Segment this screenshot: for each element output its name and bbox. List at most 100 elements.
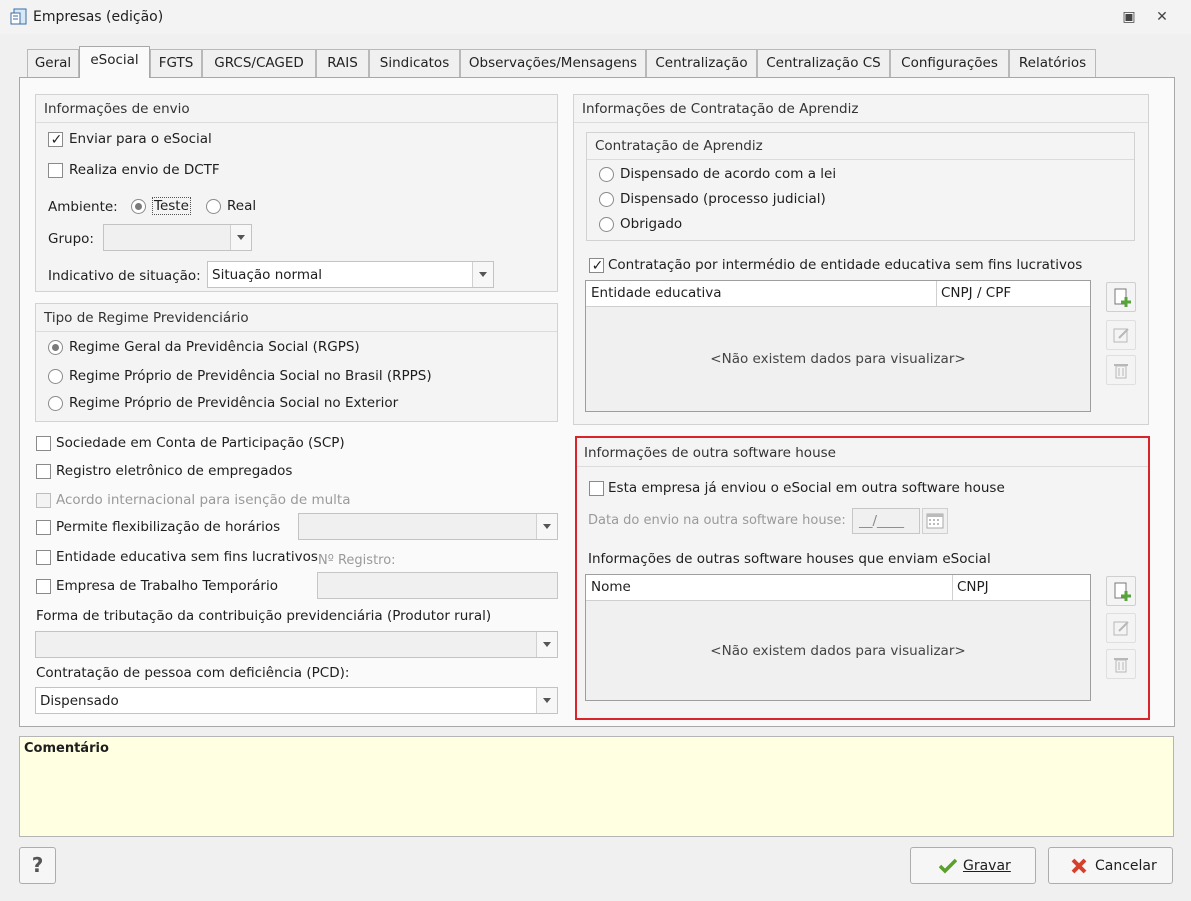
forma-tributacao-select[interactable] — [35, 631, 558, 658]
check-icon — [939, 858, 957, 874]
regime-rgps-label: Regime Geral da Previdência Social (RGPS… — [69, 339, 360, 355]
window-title: Empresas (edição) — [33, 9, 164, 25]
check-mark-icon: ✓ — [591, 258, 604, 274]
title-bar: Empresas (edição) ▣ ✕ — [0, 0, 1191, 34]
add-entidade-button[interactable] — [1106, 282, 1136, 312]
group-divider — [36, 122, 557, 123]
grupo-select[interactable] — [103, 224, 252, 251]
n-registro-label: Nº Registro: — [318, 553, 396, 568]
acordo-internacional-label: Acordo internacional para isenção de mul… — [56, 492, 351, 508]
situacao-label: Indicativo de situação: — [48, 268, 201, 284]
delete-entidade-button[interactable] — [1106, 355, 1136, 385]
registro-eletronico-label: Registro eletrônico de empregados — [56, 463, 293, 479]
entidade-educativa-checkbox[interactable] — [36, 550, 51, 565]
situacao-select[interactable]: Situação normal — [207, 261, 494, 288]
regime-exterior-label: Regime Próprio de Previdência Social no … — [69, 395, 399, 411]
trabalho-temporario-checkbox[interactable] — [36, 579, 51, 594]
group-divider — [574, 122, 1148, 123]
intermedio-entidade-checkbox[interactable]: ✓ — [589, 258, 604, 273]
radio-dot — [135, 203, 142, 210]
app-icon — [10, 8, 27, 25]
enviar-esocial-checkbox[interactable]: ✓ — [48, 132, 63, 147]
group-title: Contratação de Aprendiz — [595, 138, 763, 154]
tab-centralizacao[interactable]: Centralização — [646, 49, 757, 77]
aprendiz-dispensado-lei-label: Dispensado de acordo com a lei — [620, 166, 837, 182]
cancel-icon — [1071, 858, 1087, 874]
aprendiz-processo-judicial-radio[interactable] — [599, 192, 614, 207]
grid-empty-message: <Não existem dados para visualizar> — [710, 351, 966, 367]
regime-rpps-label: Regime Próprio de Previdência Social no … — [69, 368, 432, 384]
acordo-internacional-checkbox — [36, 493, 51, 508]
grid-header: Entidade educativa CNPJ / CPF — [586, 281, 1090, 307]
chevron-down-icon — [536, 688, 557, 713]
check-mark-icon: ✓ — [50, 132, 63, 148]
trabalho-temporario-label: Empresa de Trabalho Temporário — [56, 578, 278, 594]
tab-geral[interactable]: Geral — [27, 49, 79, 77]
aprendiz-obrigado-radio[interactable] — [599, 217, 614, 232]
flexibilizacao-label: Permite flexibilização de horários — [56, 519, 281, 535]
highlight-frame — [575, 436, 1150, 720]
trash-icon — [1114, 364, 1128, 379]
cancelar-label: Cancelar — [1095, 858, 1157, 874]
chevron-down-icon — [472, 262, 493, 287]
help-button[interactable]: ? — [19, 847, 56, 884]
chevron-down-icon — [230, 225, 251, 250]
aprendiz-dispensado-lei-radio[interactable] — [599, 167, 614, 182]
pcd-select[interactable]: Dispensado — [35, 687, 558, 714]
group-title: Informações de Contratação de Aprendiz — [582, 101, 859, 117]
ambiente-teste-label: Teste — [152, 197, 191, 215]
regime-exterior-radio[interactable] — [48, 396, 63, 411]
registro-eletronico-checkbox[interactable] — [36, 464, 51, 479]
cancelar-button[interactable]: Cancelar — [1048, 847, 1173, 884]
forma-tributacao-label: Forma de tributação da contribuição prev… — [36, 608, 492, 624]
pcd-label: Contratação de pessoa com deficiência (P… — [36, 665, 350, 681]
tab-rais[interactable]: RAIS — [316, 49, 369, 77]
grupo-label: Grupo: — [48, 231, 94, 247]
tab-fgts[interactable]: FGTS — [150, 49, 202, 77]
comment-title: Comentário — [24, 741, 109, 756]
regime-rgps-radio[interactable] — [48, 340, 63, 355]
gravar-button[interactable]: Gravar — [910, 847, 1036, 884]
tab-centralizacao-cs[interactable]: Centralização CS — [757, 49, 890, 77]
chevron-down-icon — [536, 632, 557, 657]
pcd-value: Dispensado — [40, 693, 119, 709]
radio-dot — [52, 344, 59, 351]
chevron-down-icon — [536, 514, 557, 539]
group-divider — [36, 331, 557, 332]
comment-area[interactable]: Comentário — [19, 736, 1174, 837]
scp-checkbox[interactable] — [36, 436, 51, 451]
tab-grcs-caged[interactable]: GRCS/CAGED — [202, 49, 316, 77]
tab-relatorios[interactable]: Relatórios — [1009, 49, 1096, 77]
entidade-educativa-grid[interactable]: Entidade educativa CNPJ / CPF <Não exist… — [585, 280, 1091, 412]
ambiente-teste-radio[interactable] — [131, 199, 146, 214]
grid-col-separator — [936, 281, 937, 306]
group-title: Informações de envio — [44, 101, 190, 117]
edit-entidade-button[interactable] — [1106, 320, 1136, 350]
restore-icon[interactable]: ▣ — [1120, 8, 1138, 26]
group-divider — [587, 159, 1134, 160]
ambiente-real-label: Real — [227, 198, 257, 214]
ambiente-real-radio[interactable] — [206, 199, 221, 214]
tab-esocial[interactable]: eSocial — [79, 46, 150, 78]
n-registro-input[interactable] — [317, 572, 558, 599]
dctf-label: Realiza envio de DCTF — [69, 162, 220, 178]
edit-icon — [1113, 328, 1129, 343]
intermedio-entidade-label: Contratação por intermédio de entidade e… — [608, 257, 1083, 273]
dctf-checkbox[interactable] — [48, 163, 63, 178]
regime-rpps-radio[interactable] — [48, 369, 63, 384]
tab-sindicatos[interactable]: Sindicatos — [369, 49, 460, 77]
tab-observacoes[interactable]: Observações/Mensagens — [460, 49, 646, 77]
gravar-label: Gravar — [963, 858, 1011, 874]
grid-col-cnpj-cpf: CNPJ / CPF — [941, 285, 1012, 301]
aprendiz-processo-judicial-label: Dispensado (processo judicial) — [620, 191, 826, 207]
ambiente-label: Ambiente: — [48, 199, 118, 215]
scp-label: Sociedade em Conta de Participação (SCP) — [56, 435, 345, 451]
enviar-esocial-label: Enviar para o eSocial — [69, 131, 212, 147]
situacao-value: Situação normal — [212, 267, 322, 283]
group-title: Tipo de Regime Previdenciário — [44, 310, 249, 326]
flexibilizacao-select[interactable] — [298, 513, 558, 540]
close-icon[interactable]: ✕ — [1153, 8, 1171, 26]
tab-configuracoes[interactable]: Configurações — [890, 49, 1009, 77]
add-document-icon — [1114, 288, 1131, 307]
flexibilizacao-checkbox[interactable] — [36, 520, 51, 535]
